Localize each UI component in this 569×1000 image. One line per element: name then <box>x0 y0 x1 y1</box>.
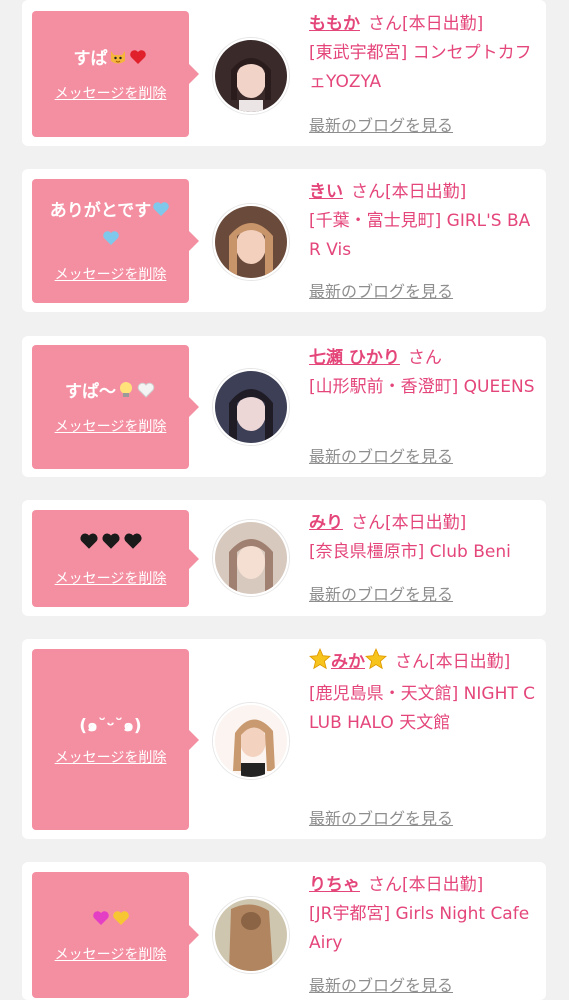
message-text-content: ありがとです <box>49 201 152 221</box>
cast-info: きい さん[本日出勤] [千葉・富士見町] GIRL'S BAR Vis <box>309 178 541 265</box>
cast-suffix: さん[本日出勤] <box>351 513 467 533</box>
message-text <box>83 907 139 936</box>
cast-name-link[interactable]: りちゃ <box>309 875 360 895</box>
cast-suffix: さん <box>407 348 442 368</box>
avatar-photo <box>215 206 287 278</box>
avatar-photo <box>215 522 287 594</box>
cast-name-link[interactable]: ももか <box>309 14 360 34</box>
cat-face-icon <box>108 47 128 75</box>
cast-name-link[interactable]: みり <box>309 513 343 533</box>
cast-suffix: さん[本日出勤] <box>351 182 467 202</box>
message-bubble: すぱ メッセージを削除 <box>32 11 199 137</box>
shop-name: [鹿児島県・天文館] NIGHT CLUB HALO 天文館 <box>309 684 536 733</box>
message-card: すぱ メッセージを削除 ももか さん[本日出勤] [東武宇都宮] コンセプトカフェ… <box>22 0 546 146</box>
black-heart-icon <box>100 530 122 560</box>
avatar[interactable] <box>213 38 289 114</box>
cast-info: みか さん[本日出勤] [鹿児島県・天文館] NIGHT CLUB HALO 天文… <box>309 647 541 738</box>
cast-suffix: さん[本日出勤] <box>368 875 484 895</box>
shop-name: [奈良県橿原市] Club Beni <box>309 542 511 562</box>
message-bubble: (๑˘ᵕ˘๑) メッセージを削除 <box>32 649 199 830</box>
shop-name: [山形駅前・香澄町] QUEENS <box>309 377 535 397</box>
avatar-photo <box>215 40 287 112</box>
message-card: ありがとです メッセージを削除 きい さん[本日出勤] [千葉・富士見町] GIR… <box>22 169 546 312</box>
delete-message-link[interactable]: メッセージを削除 <box>55 83 167 103</box>
avatar[interactable] <box>213 897 289 973</box>
white-heart-icon <box>136 380 156 408</box>
avatar[interactable] <box>213 204 289 280</box>
red-heart-icon <box>128 47 148 75</box>
yellow-heart-icon <box>111 908 131 936</box>
message-bubble: メッセージを削除 <box>32 510 199 607</box>
message-text: ありがとです <box>42 198 180 256</box>
message-card: すぱ〜 メッセージを削除 七瀬 ひかり さん [山形駅前・香澄町] QUEENS … <box>22 336 546 477</box>
avatar[interactable] <box>213 369 289 445</box>
latest-blog-link[interactable]: 最新のブログを見る <box>309 805 453 829</box>
cast-name-link[interactable]: 七瀬 ひかり <box>309 348 400 368</box>
cast-info: 七瀬 ひかり さん [山形駅前・香澄町] QUEENS <box>309 344 541 402</box>
shop-name: [千葉・富士見町] GIRL'S BAR Vis <box>309 211 531 260</box>
delete-message-link[interactable]: メッセージを削除 <box>55 416 167 436</box>
cast-name-link[interactable]: きい <box>309 182 343 202</box>
message-bubble: ありがとです メッセージを削除 <box>32 179 199 303</box>
cast-suffix: さん[本日出勤] <box>395 652 511 672</box>
message-text: すぱ <box>66 46 156 75</box>
delete-message-link[interactable]: メッセージを削除 <box>55 568 167 588</box>
message-card: (๑˘ᵕ˘๑) メッセージを削除 みか さん[本日出勤] [鹿児島県・天文館] N… <box>22 639 546 839</box>
message-text: (๑˘ᵕ˘๑) <box>71 713 149 739</box>
latest-blog-link[interactable]: 最新のブログを見る <box>309 112 453 136</box>
cast-info: みり さん[本日出勤] [奈良県橿原市] Club Beni <box>309 509 541 567</box>
star-icon <box>309 647 331 680</box>
avatar[interactable] <box>213 703 289 779</box>
light-bulb-icon <box>116 380 136 408</box>
message-bubble: すぱ〜 メッセージを削除 <box>32 345 199 469</box>
cast-suffix: さん[本日出勤] <box>368 14 484 34</box>
latest-blog-link[interactable]: 最新のブログを見る <box>309 581 453 605</box>
message-text-content: すぱ〜 <box>65 381 116 402</box>
blue-heart-icon <box>151 199 171 227</box>
black-heart-icon <box>122 530 144 560</box>
shop-name: [JR宇都宮] Girls Night Cafe Airy <box>309 904 530 953</box>
avatar[interactable] <box>213 520 289 596</box>
latest-blog-link[interactable]: 最新のブログを見る <box>309 972 453 996</box>
latest-blog-link[interactable]: 最新のブログを見る <box>309 443 453 467</box>
message-card: メッセージを削除 みり さん[本日出勤] [奈良県橿原市] Club Beni 最… <box>22 500 546 616</box>
star-icon <box>365 647 387 680</box>
avatar-photo <box>215 705 287 777</box>
delete-message-link[interactable]: メッセージを削除 <box>55 264 167 284</box>
cast-info: ももか さん[本日出勤] [東武宇都宮] コンセプトカフェYOZYA <box>309 10 541 97</box>
delete-message-link[interactable]: メッセージを削除 <box>55 944 167 964</box>
message-card: メッセージを削除 りちゃ さん[本日出勤] [JR宇都宮] Girls Night… <box>22 862 546 1000</box>
cast-name-link[interactable]: みか <box>331 652 365 672</box>
message-text-content: (๑˘ᵕ˘๑) <box>79 715 142 736</box>
cast-info: りちゃ さん[本日出勤] [JR宇都宮] Girls Night Cafe Air… <box>309 871 541 958</box>
latest-blog-link[interactable]: 最新のブログを見る <box>309 278 453 302</box>
avatar-photo <box>215 371 287 443</box>
avatar-photo <box>215 899 287 971</box>
message-text: すぱ〜 <box>57 379 164 408</box>
message-bubble: メッセージを削除 <box>32 872 199 998</box>
blue-heart-icon <box>101 228 121 256</box>
message-text <box>70 530 152 560</box>
delete-message-link[interactable]: メッセージを削除 <box>55 747 167 767</box>
message-list: すぱ メッセージを削除 ももか さん[本日出勤] [東武宇都宮] コンセプトカフェ… <box>0 0 569 1000</box>
black-heart-icon <box>78 530 100 560</box>
pink-heart-icon <box>91 908 111 936</box>
shop-name: [東武宇都宮] コンセプトカフェYOZYA <box>309 43 532 92</box>
message-text-content: すぱ <box>73 48 108 69</box>
